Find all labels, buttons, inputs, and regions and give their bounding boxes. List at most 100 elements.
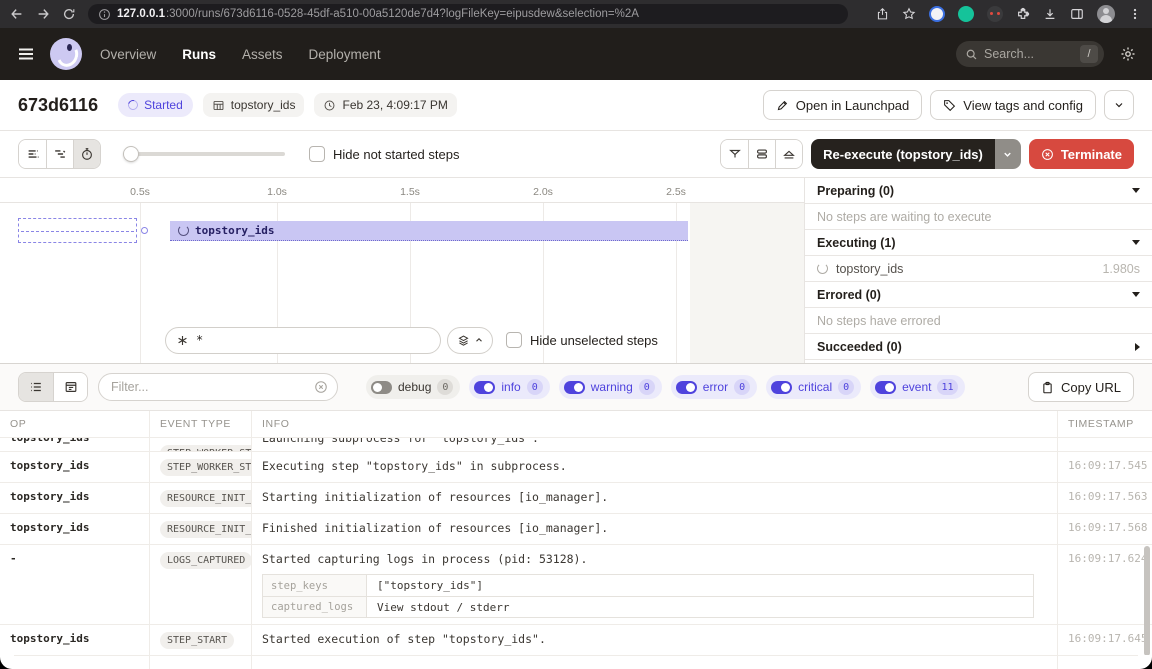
gear-icon[interactable] [1120,46,1136,62]
view-stdout-stderr-link[interactable]: View stdout / stderr [367,601,1033,614]
log-scrollbar-thumb[interactable] [1144,546,1150,656]
table-row-logs-captured[interactable]: - LOGS_CAPTURED Started capturing logs i… [0,545,1152,625]
clear-filter-icon[interactable] [314,380,328,394]
share-icon[interactable] [876,7,889,21]
dagster-logo[interactable] [50,38,82,70]
job-tag[interactable]: topstory_ids [203,93,305,117]
terminate-button[interactable]: Terminate [1029,139,1134,169]
more-actions-button[interactable] [1104,90,1134,120]
site-info-icon[interactable] [98,8,111,21]
section-preparing[interactable]: Preparing (0) [805,178,1152,204]
level-count-badge: 0 [639,379,655,395]
col-header-event-type: EVENT TYPE [150,411,252,437]
step-selector-input[interactable] [196,333,396,347]
profile-avatar[interactable] [1097,5,1115,23]
forward-icon[interactable] [36,7,50,21]
extensions-puzzle-icon[interactable] [1016,7,1030,21]
structured-view-button[interactable] [53,373,87,401]
extension-grammarly-icon[interactable] [958,6,974,22]
extension-goblin-icon[interactable] [987,6,1003,22]
level-toggle-debug[interactable]: debug 0 [366,375,460,399]
zoom-slider[interactable] [123,146,285,162]
nav-item-assets[interactable]: Assets [242,47,283,62]
reexecute-button[interactable]: Re-execute (topstory_ids) [811,139,1021,169]
spinner-icon [126,98,140,112]
table-row[interactable]: topstory_ids RESOURCE_INIT_STAR… Startin… [0,483,1152,514]
bookmark-star-icon[interactable] [902,7,916,21]
back-icon[interactable] [10,7,24,21]
reload-icon[interactable] [62,7,76,21]
hamburger-icon[interactable] [16,44,36,64]
executing-step-row[interactable]: topstory_ids 1.980s [805,256,1152,282]
address-bar[interactable]: 127.0.0.1 :3000/runs/673d6116-0528-45df-… [88,4,848,24]
search-shortcut-badge: / [1080,45,1098,63]
checkbox-box[interactable] [506,332,522,348]
extension-colorpicker-icon[interactable] [929,6,945,22]
hide-unselected-checkbox[interactable]: Hide unselected steps [506,332,658,348]
log-toolbar: debug 0 info 0 warning 0 error 0 critica… [0,364,1152,410]
split-rows-button[interactable] [748,140,775,168]
collapse-panel-button[interactable] [721,140,748,168]
global-search[interactable]: / [956,41,1104,67]
downloads-icon[interactable] [1043,7,1057,21]
gantt-time-axis: 0.5s 1.0s 1.5s 2.0s 2.5s [0,178,804,203]
axis-tick: 1.5s [400,186,420,198]
caret-down-icon [1132,240,1140,245]
checkbox-box[interactable] [309,146,325,162]
event-log-table: OP EVENT TYPE INFO TIMESTAMP topstory_id… [0,410,1152,669]
timed-view-button[interactable] [73,140,100,168]
section-errored[interactable]: Errored (0) [805,282,1152,308]
reexecute-dropdown[interactable] [995,139,1021,169]
chevron-up-icon [474,335,484,345]
table-row[interactable]: topstory_ids STEP_WORKER_STARTI… Launchi… [0,438,1152,452]
section-succeeded[interactable]: Succeeded (0) [805,334,1152,360]
event-type-badge: STEP_WORKER_STARTI… [160,445,252,451]
col-header-info: INFO [252,411,1058,437]
toggle-icon [875,381,896,394]
flat-view-button[interactable] [19,140,46,168]
status-badge: Started [118,93,193,117]
clock-icon [323,99,336,112]
level-toggle-warning[interactable]: warning 0 [559,375,662,399]
step-selector-input-wrap[interactable] [165,327,441,354]
level-toggle-event[interactable]: event 11 [870,375,964,399]
section-executing[interactable]: Executing (1) [805,230,1152,256]
event-type-badge: STEP_WORKER_STARTED [160,459,252,476]
sidebar-toggle-icon[interactable] [1070,7,1084,21]
nav-item-deployment[interactable]: Deployment [309,47,381,62]
level-toggle-info[interactable]: info 0 [469,375,549,399]
hide-not-started-checkbox[interactable]: Hide not started steps [309,146,459,162]
level-count-badge: 0 [527,379,543,395]
slider-knob[interactable] [123,146,139,162]
nav-item-runs[interactable]: Runs [182,47,216,62]
expand-panel-button[interactable] [775,140,802,168]
open-in-launchpad-button[interactable]: Open in Launchpad [763,90,922,120]
level-toggle-error[interactable]: error 0 [671,375,757,399]
zoom-layers-button[interactable] [447,327,493,354]
preparing-empty-text: No steps are waiting to execute [805,204,1152,230]
gantt-view-mode-group [18,139,101,169]
spinner-icon [178,225,189,236]
search-input[interactable] [984,47,1064,61]
waterfall-view-button[interactable] [46,140,73,168]
search-icon [965,48,978,61]
tag-icon [943,99,956,112]
table-row[interactable]: topstory_ids RESOURCE_INIT_SUCC… Finishe… [0,514,1152,545]
level-toggle-critical[interactable]: critical 0 [766,375,861,399]
gantt-selection-box[interactable] [18,218,137,243]
table-row[interactable]: topstory_ids STEP_WORKER_STARTED Executi… [0,452,1152,483]
gantt-chart: 0.5s 1.0s 1.5s 2.0s 2.5s topstory_ids [0,178,805,363]
slider-track[interactable] [123,152,285,156]
kebab-menu-icon[interactable] [1128,7,1142,21]
table-filler-row [0,656,1152,669]
gantt-step-bar[interactable]: topstory_ids [170,221,688,241]
table-row[interactable]: topstory_ids STEP_START Started executio… [0,625,1152,656]
copy-url-button[interactable]: Copy URL [1028,372,1134,402]
metadata-value: ["topstory_ids"] [367,579,1033,592]
view-tags-config-button[interactable]: View tags and config [930,90,1096,120]
chevron-down-icon [1113,99,1125,111]
log-filter-box[interactable] [98,373,338,401]
nav-item-overview[interactable]: Overview [100,47,156,62]
log-filter-input[interactable] [111,380,314,394]
list-view-button[interactable] [19,373,53,401]
